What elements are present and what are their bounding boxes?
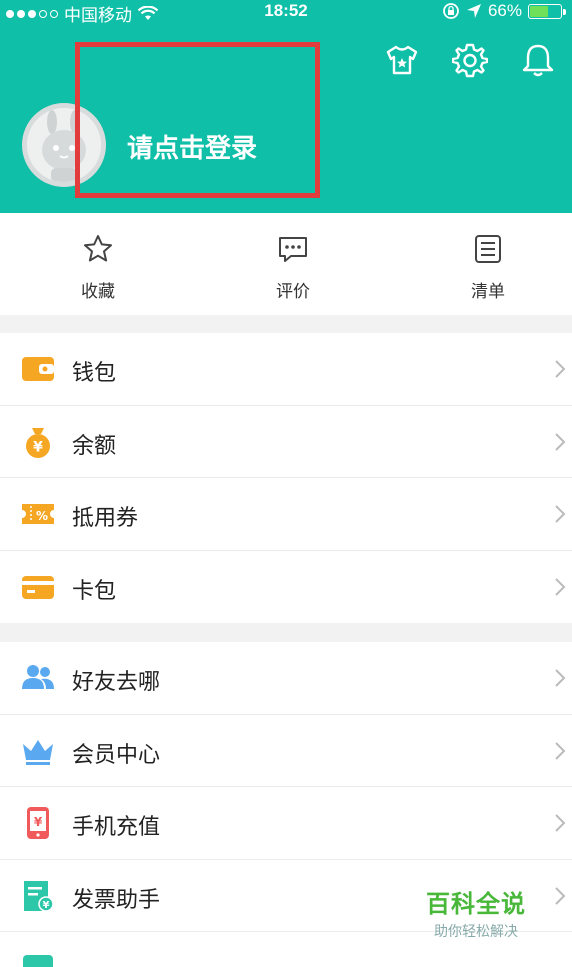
comment-icon	[279, 237, 307, 262]
svg-text:¥: ¥	[33, 439, 43, 455]
chevron-right-icon	[555, 505, 566, 523]
profile-header: 中国移动 18:52 66% 请点击登录	[0, 0, 572, 213]
list-icon	[475, 235, 501, 263]
menu-item-label: 好友去哪	[72, 669, 161, 694]
crown-icon	[23, 739, 53, 765]
card-icon	[22, 575, 54, 599]
svg-text:¥: ¥	[43, 900, 50, 911]
invoice-icon: ¥	[24, 880, 54, 912]
chevron-right-icon	[555, 360, 566, 378]
battery-percent: 66%	[487, 1, 522, 20]
chevron-right-icon	[555, 578, 566, 596]
watermark-title: 百科全说	[426, 891, 526, 918]
chevron-right-icon	[555, 432, 566, 451]
menu-item-label: 发票助手	[72, 886, 161, 912]
friends-icon	[22, 665, 54, 689]
lock-rotation-icon	[443, 3, 459, 19]
menu-item-label: 钱包	[72, 360, 117, 385]
menu-item-card-pack[interactable]: 卡包	[0, 551, 572, 624]
menu-item-label: 卡包	[72, 577, 117, 603]
quick-action-favorites[interactable]: 收藏	[28, 213, 168, 315]
menu-item-membership[interactable]: 会员中心	[0, 715, 572, 788]
gear-icon[interactable]	[436, 40, 504, 80]
chevron-right-icon	[555, 669, 566, 687]
money-bag-icon: ¥	[26, 427, 50, 458]
bell-icon[interactable]	[504, 40, 572, 80]
chevron-right-icon	[555, 887, 566, 905]
tshirt-icon[interactable]	[368, 40, 436, 80]
menu-item-label: 会员中心	[72, 741, 161, 767]
watermark-subtitle: 助你轻松解决	[434, 923, 518, 939]
quick-action-label: 收藏	[81, 282, 115, 301]
chevron-right-icon	[555, 741, 566, 760]
highlight-annotation	[75, 42, 320, 198]
menu-item-label: 抵用券	[72, 505, 139, 531]
menu-item-wallet[interactable]: 钱包	[0, 333, 572, 406]
partial-icon	[23, 955, 53, 967]
status-bar: 中国移动 18:52 66%	[0, 0, 572, 25]
star-icon	[84, 235, 112, 262]
svg-text:¥: ¥	[34, 815, 43, 829]
quick-action-label: 清单	[471, 282, 505, 301]
quick-action-list[interactable]: 清单	[418, 213, 558, 315]
battery-icon	[528, 3, 566, 19]
menu-item-label: 手机充值	[72, 814, 161, 840]
svg-text:%: %	[36, 509, 48, 523]
quick-action-reviews[interactable]: 评价	[223, 213, 363, 315]
menu-item-friends[interactable]: 好友去哪	[0, 642, 572, 715]
phone-recharge-icon: ¥	[27, 807, 49, 840]
quick-actions: 收藏 评价 清单	[0, 213, 572, 315]
menu-item-coupons[interactable]: % 抵用券	[0, 478, 572, 551]
menu-item-balance[interactable]: ¥ 余额	[0, 406, 572, 479]
wallet-icon	[22, 357, 54, 381]
watermark: 百科全说 助你轻松解决	[426, 884, 526, 941]
menu-group-finance: 钱包 ¥ 余额 % 抵用券 卡包	[0, 333, 572, 624]
menu-item-phone-recharge[interactable]: ¥ 手机充值	[0, 787, 572, 860]
location-arrow-icon	[466, 4, 481, 18]
coupon-icon: %	[22, 504, 54, 525]
chevron-right-icon	[555, 814, 566, 832]
menu-item-label: 余额	[72, 432, 117, 458]
quick-action-label: 评价	[276, 282, 310, 301]
